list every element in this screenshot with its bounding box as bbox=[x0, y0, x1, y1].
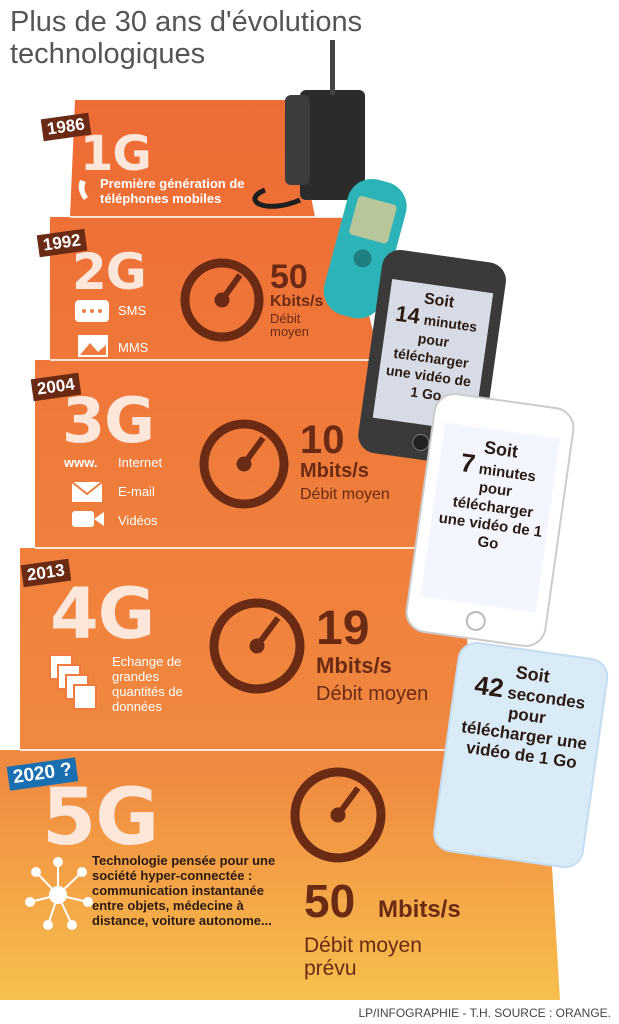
feature-video-label: Vidéos bbox=[118, 513, 158, 528]
gen-5g-description: Technologie pensée pour une société hype… bbox=[92, 853, 276, 928]
gen-label-3g: 3G bbox=[62, 384, 155, 457]
phone-caption-3g-rest: pour télécharger une vidéo de 1 Go bbox=[437, 478, 544, 553]
www-icon: www. bbox=[64, 455, 98, 470]
gen-label-5g: 5G bbox=[42, 773, 159, 863]
speed-unit-2g: Kbits/s bbox=[270, 293, 324, 310]
feature-sms-label: SMS bbox=[118, 303, 147, 318]
gen-1g-description: Première génération de téléphones mobile… bbox=[100, 176, 245, 206]
email-icon bbox=[71, 481, 103, 502]
speed-label-5g: Débit moyen prévu bbox=[304, 934, 422, 980]
gen-label-1g: 1G bbox=[80, 126, 152, 182]
speed-unit-5g: Mbits/s bbox=[378, 896, 461, 923]
feature-email-label: E-mail bbox=[118, 484, 155, 499]
gen-label-4g: 4G bbox=[50, 573, 155, 655]
speed-label-2g: Débit moyen bbox=[270, 311, 310, 339]
phone-caption-2g-value: 14 bbox=[393, 300, 422, 329]
speed-label-4g: Débit moyen bbox=[316, 683, 429, 705]
feature-internet-label: Internet bbox=[118, 455, 163, 470]
speed-value-3g: 10 bbox=[300, 418, 345, 462]
phone-caption-3g-value: 7 bbox=[458, 447, 478, 479]
speed-label-3g: Débit moyen bbox=[300, 486, 390, 503]
gen-label-2g: 2G bbox=[72, 243, 147, 301]
speed-value-5g: 50 bbox=[304, 875, 356, 927]
phone-caption-4g-value: 42 bbox=[472, 669, 506, 704]
phone-caption-2g: Soit 14 minutes pour télécharger une vid… bbox=[378, 286, 488, 409]
phone-caption-4g: Soit 42 secondes pour télécharger une vi… bbox=[456, 656, 599, 774]
feature-mms-label: MMS bbox=[118, 340, 149, 355]
phone-caption-3g: Soit 7 minutes pour télécharger une vidé… bbox=[435, 433, 555, 560]
speed-unit-3g: Mbits/s bbox=[300, 460, 369, 482]
speed-unit-4g: Mbits/s bbox=[316, 653, 392, 678]
sms-icon bbox=[75, 300, 109, 322]
speed-value-2g: 50 bbox=[270, 258, 308, 296]
gen-4g-description: Echange de grandes quantités de données bbox=[112, 654, 183, 714]
credit-source: LP/INFOGRAPHIE - T.H. SOURCE : ORANGE. bbox=[358, 1006, 612, 1020]
phone-caption-2g-rest: pour télécharger une vidéo de 1 Go bbox=[385, 329, 473, 404]
speed-value-4g: 19 bbox=[316, 602, 370, 655]
mms-icon bbox=[78, 335, 108, 357]
